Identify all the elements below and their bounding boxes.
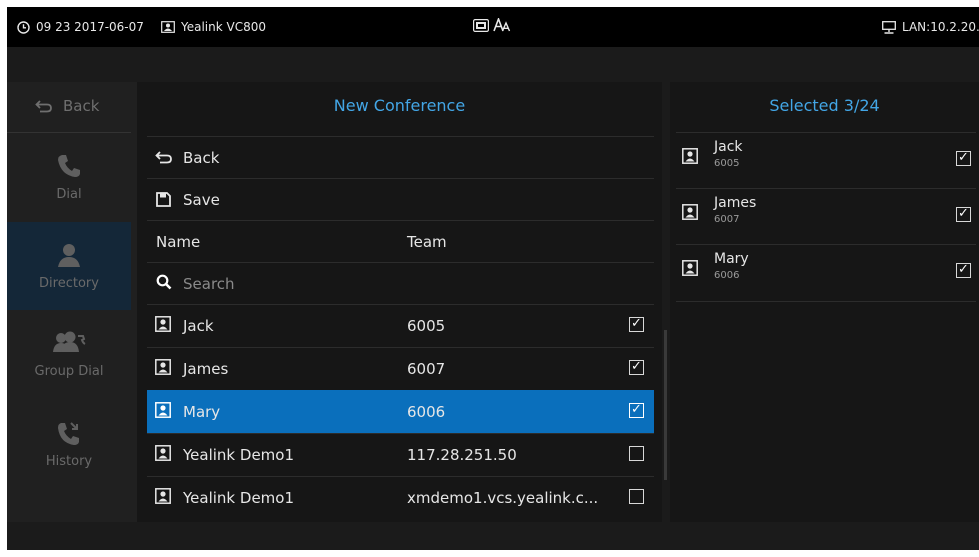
- save-button[interactable]: Save: [147, 178, 654, 221]
- call-history-icon: [58, 422, 79, 445]
- contact-name: Yealink Demo1: [183, 489, 294, 507]
- nav-group-dial[interactable]: Group Dial: [7, 310, 131, 398]
- back-label: Back: [183, 149, 220, 167]
- nav-dial-label: Dial: [56, 187, 82, 202]
- contact-number: 6006: [407, 403, 446, 421]
- back-arrow-icon: [35, 100, 52, 113]
- nav-directory[interactable]: Directory: [7, 222, 131, 310]
- contact-number: 6005: [407, 317, 446, 335]
- selected-contact-row[interactable]: James 6007 ✓: [676, 188, 976, 245]
- contact-checkbox[interactable]: [629, 446, 644, 461]
- search-placeholder: Search: [183, 275, 235, 293]
- network-address: LAN:10.2.20.232: [902, 20, 979, 34]
- contact-card-icon: [155, 402, 171, 418]
- nav-back-button[interactable]: Back: [7, 82, 131, 133]
- message-icon: [473, 18, 489, 32]
- save-label: Save: [183, 191, 220, 209]
- left-navigation: Back Dial Directory Group Dial History: [7, 82, 137, 522]
- datetime: 09 23 2017-06-07: [17, 20, 144, 34]
- selected-contact-row[interactable]: Mary 6006 ✓: [676, 244, 976, 302]
- device: Yealink VC800: [161, 20, 266, 34]
- contact-number: 6007: [407, 360, 446, 378]
- contact-card-icon: [155, 488, 171, 504]
- clock-icon: [17, 20, 30, 34]
- selected-contact-checkbox[interactable]: ✓: [956, 263, 971, 278]
- contact-card-icon: [155, 359, 171, 375]
- contact-name: Yealink Demo1: [183, 446, 294, 464]
- contact-name: Jack: [183, 317, 214, 335]
- column-header-row: Name Team: [147, 220, 654, 263]
- nav-back-label: Back: [63, 97, 100, 115]
- selected-contact-name: Mary: [714, 251, 749, 267]
- back-arrow-icon: [155, 151, 172, 164]
- selected-contact-row[interactable]: Jack 6005 ✓: [676, 132, 976, 189]
- phone-icon: [58, 155, 80, 177]
- contact-row-selected[interactable]: Mary 6006 ✓: [147, 390, 654, 433]
- network-icon: [882, 20, 896, 34]
- group-icon: [53, 331, 86, 352]
- scrollbar[interactable]: [664, 330, 667, 480]
- search-icon: [156, 274, 172, 290]
- selected-contact-number: 6006: [714, 270, 740, 281]
- contact-name: Mary: [183, 403, 221, 421]
- contact-checkbox[interactable]: ✓: [629, 403, 644, 418]
- contact-card-icon: [161, 21, 175, 33]
- selected-contact-checkbox[interactable]: ✓: [956, 151, 971, 166]
- contact-row[interactable]: James 6007 ✓: [147, 347, 654, 390]
- nav-history-label: History: [45, 454, 93, 469]
- contact-card-icon: [682, 204, 698, 220]
- network: LAN:10.2.20.232: [882, 20, 979, 34]
- contact-checkbox[interactable]: ✓: [629, 360, 644, 375]
- contact-checkbox[interactable]: [629, 489, 644, 504]
- nav-dial[interactable]: Dial: [7, 133, 131, 221]
- selected-panel: Selected 3/24 Jack 6005 ✓ James 6007 ✓ M…: [670, 82, 979, 522]
- selected-contact-name: Jack: [714, 139, 743, 155]
- status-bar: 09 23 2017-06-07 Yealink VC800 LAN:10.2.…: [7, 7, 979, 47]
- selected-title: Selected 3/24: [769, 96, 880, 115]
- contact-number: xmdemo1.vcs.yealink.c...: [407, 489, 599, 507]
- new-conference-panel: New Conference Back Save Name Team Searc…: [137, 82, 667, 522]
- search-input[interactable]: Search: [147, 262, 654, 305]
- contact-number: 117.28.251.50: [407, 446, 517, 464]
- selected-contact-number: 6005: [714, 158, 740, 169]
- column-team: Team: [407, 233, 447, 251]
- contact-card-icon: [682, 148, 698, 164]
- back-item[interactable]: Back: [147, 136, 654, 179]
- contact-row[interactable]: Jack 6005 ✓: [147, 304, 654, 347]
- center-indicators: [473, 18, 511, 32]
- contact-card-icon: [155, 316, 171, 332]
- device-name: Yealink VC800: [181, 20, 267, 34]
- nav-group-dial-label: Group Dial: [34, 364, 104, 379]
- font-size-icon: [493, 18, 511, 32]
- contact-checkbox[interactable]: ✓: [629, 317, 644, 332]
- nav-history[interactable]: History: [7, 400, 131, 488]
- contact-name: James: [183, 360, 229, 378]
- panel-title: New Conference: [333, 96, 466, 115]
- datetime-text: 09 23 2017-06-07: [36, 20, 144, 34]
- selected-contact-checkbox[interactable]: ✓: [956, 207, 971, 222]
- contact-card-icon: [682, 260, 698, 276]
- person-icon: [58, 244, 80, 267]
- save-icon: [156, 192, 171, 207]
- contact-row[interactable]: Yealink Demo1 xmdemo1.vcs.yealink.c...: [147, 476, 654, 519]
- nav-directory-label: Directory: [39, 276, 99, 291]
- screen: 09 23 2017-06-07 Yealink VC800 LAN:10.2.…: [7, 7, 979, 550]
- selected-contact-number: 6007: [714, 214, 740, 225]
- selected-contact-name: James: [714, 195, 757, 211]
- column-name: Name: [156, 233, 201, 251]
- contact-card-icon: [155, 445, 171, 461]
- contact-row[interactable]: Yealink Demo1 117.28.251.50: [147, 433, 654, 476]
